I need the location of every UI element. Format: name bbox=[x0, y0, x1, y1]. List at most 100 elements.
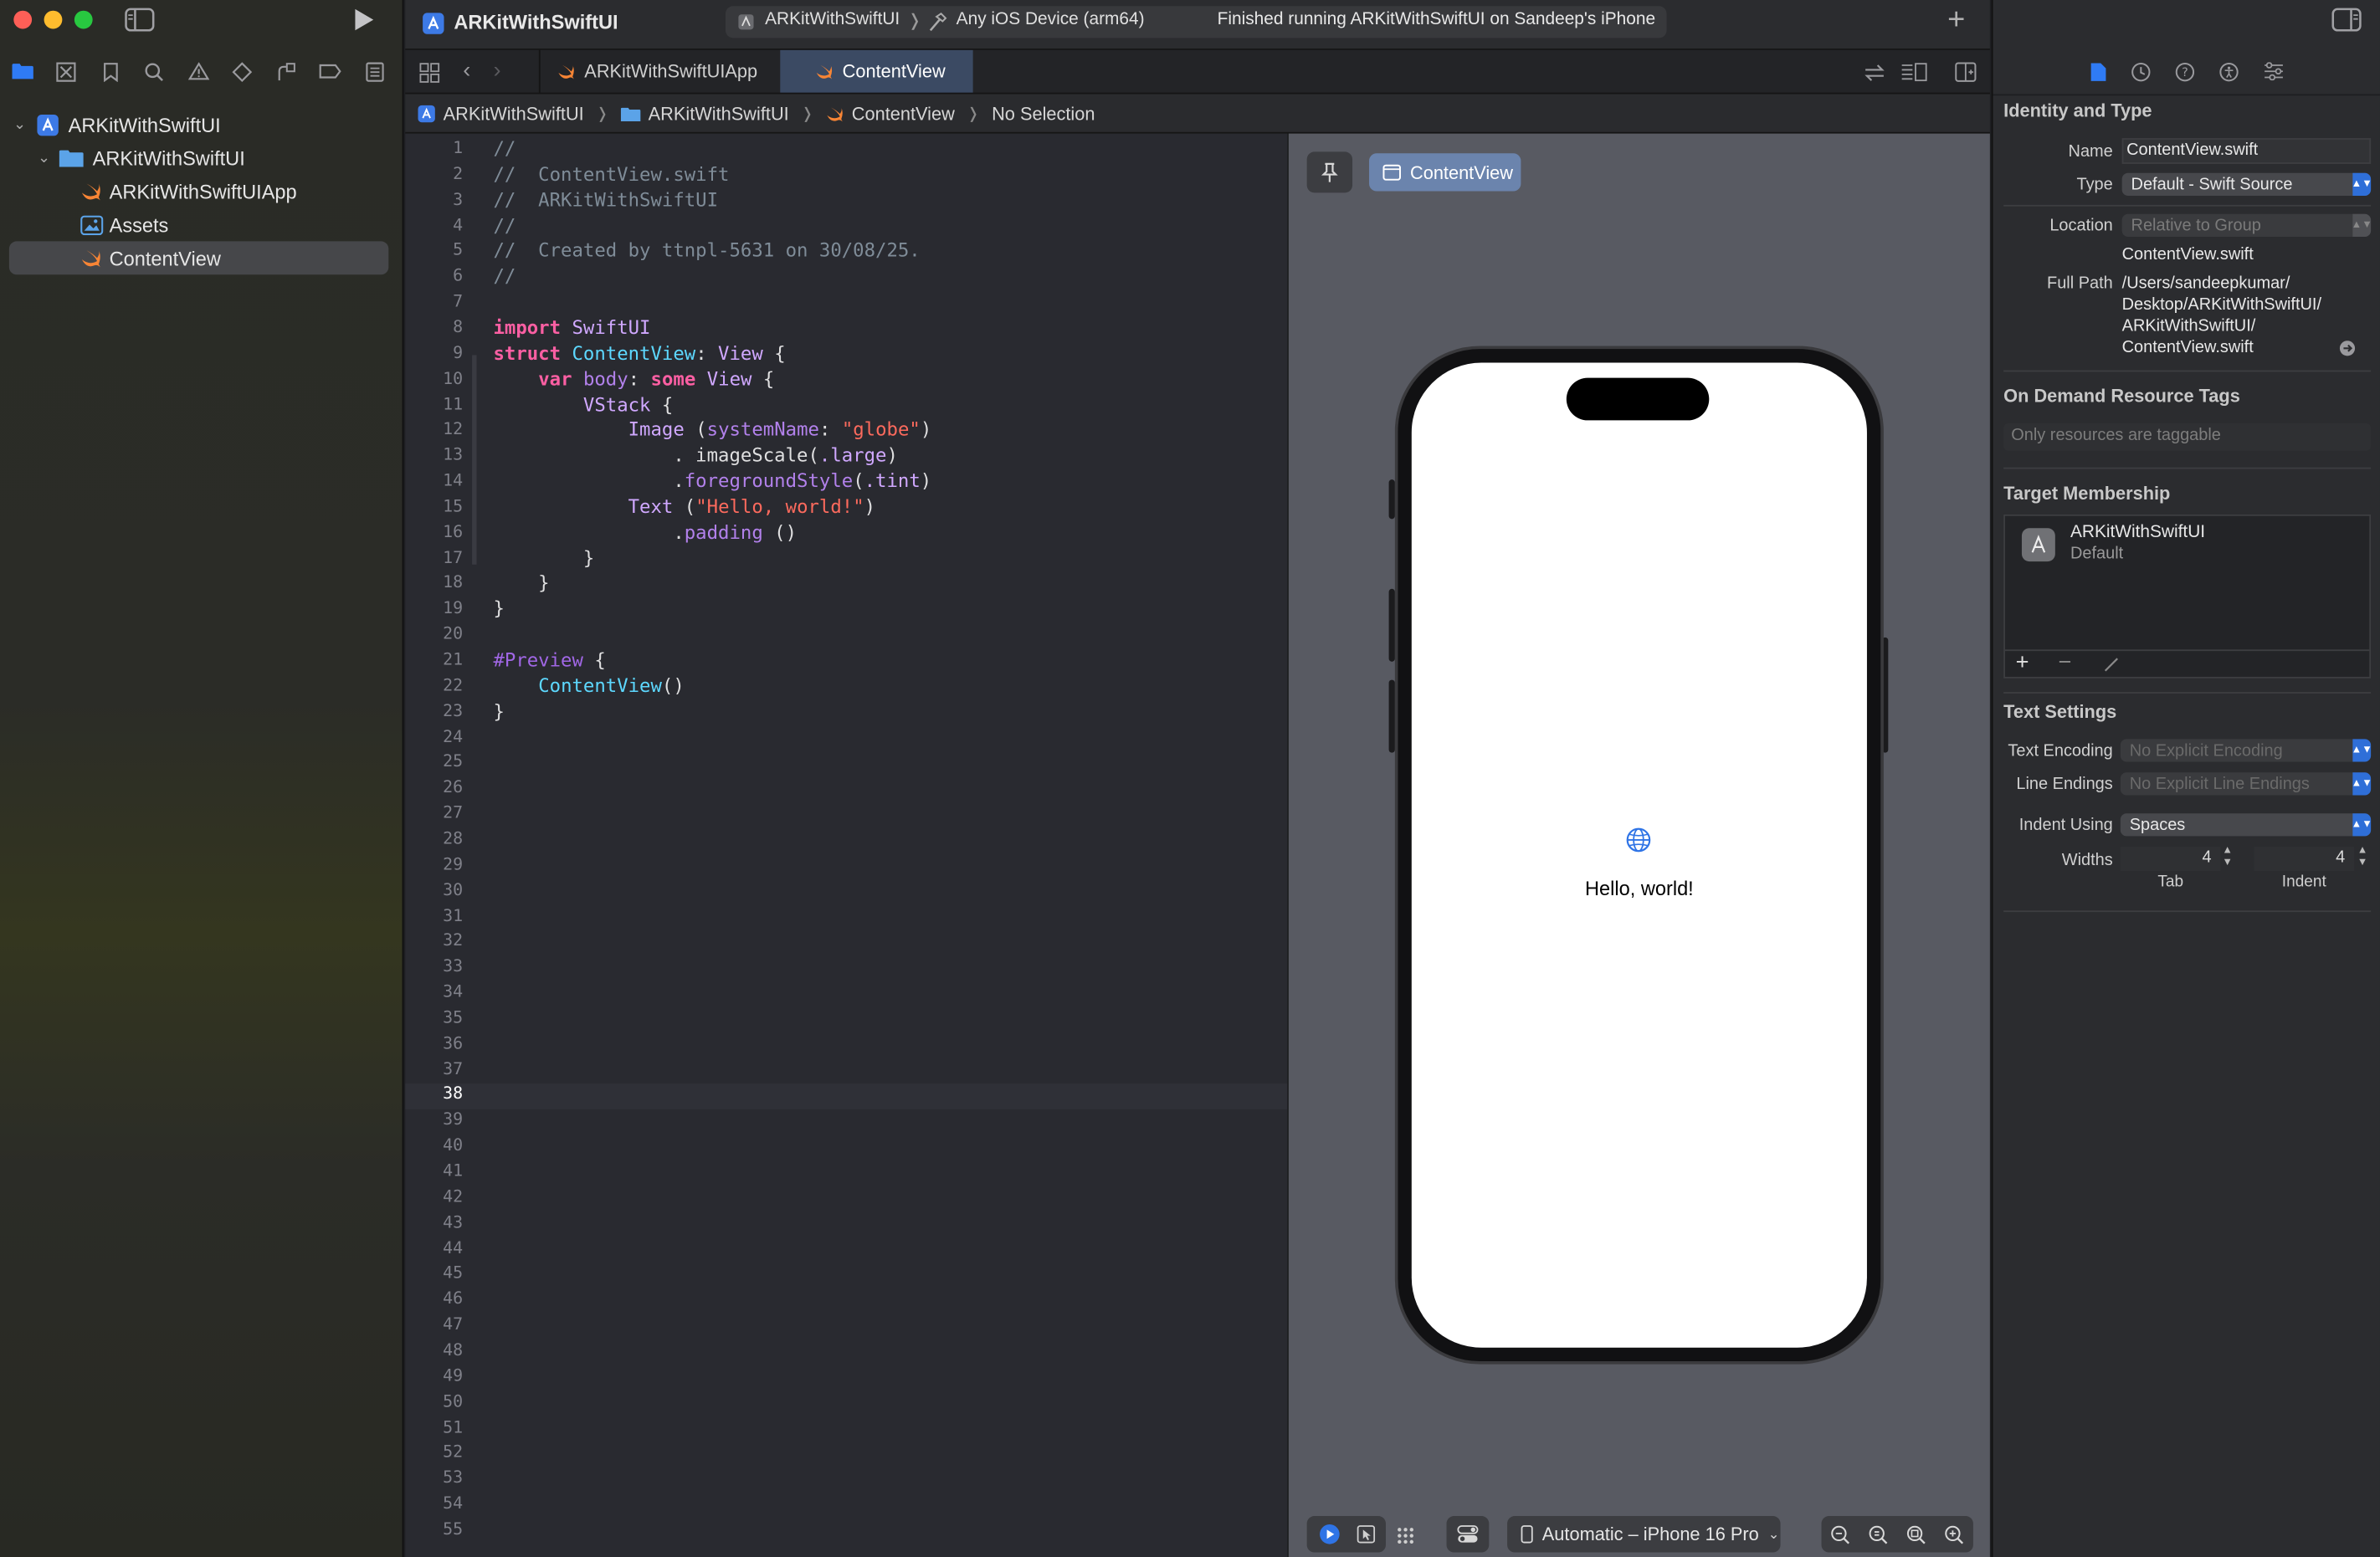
indent-width-field[interactable]: 4 bbox=[2254, 847, 2355, 872]
remove-target-icon[interactable]: − bbox=[2058, 649, 2071, 675]
add-target-icon[interactable]: + bbox=[2016, 649, 2029, 675]
navigator-file-row[interactable]: Assets bbox=[9, 207, 388, 241]
breakpoint-navigator-icon[interactable] bbox=[308, 56, 352, 86]
close-window-button[interactable] bbox=[13, 10, 33, 29]
file-type-popup[interactable]: Default - Swift Source ▲▼ bbox=[2121, 172, 2372, 196]
tab-width-stepper[interactable]: ▲ ▼ bbox=[2222, 845, 2233, 869]
history-inspector-icon[interactable] bbox=[2131, 61, 2152, 81]
code-line[interactable]: // bbox=[493, 138, 515, 159]
breadcrumb-item[interactable]: No Selection bbox=[992, 103, 1095, 124]
attributes-inspector-icon[interactable] bbox=[2263, 62, 2284, 81]
indent-width-stepper[interactable]: ▲ ▼ bbox=[2357, 845, 2368, 869]
issue-navigator-icon[interactable] bbox=[176, 56, 220, 86]
source-control-navigator-icon[interactable] bbox=[44, 56, 89, 86]
related-items-icon[interactable] bbox=[418, 61, 442, 84]
code-line[interactable]: #Preview { bbox=[493, 649, 605, 670]
code-line[interactable]: } bbox=[493, 598, 504, 619]
split-editor-icon[interactable] bbox=[1953, 61, 1977, 84]
pin-preview-button[interactable] bbox=[1306, 151, 1353, 193]
toggle-navigator-icon[interactable] bbox=[125, 6, 155, 33]
code-line[interactable]: import SwiftUI bbox=[493, 317, 650, 338]
quick-help-icon[interactable]: ? bbox=[2175, 61, 2195, 81]
preview-device-selector[interactable]: Automatic – iPhone 16 Pro ⌄ bbox=[1507, 1516, 1781, 1553]
name-field[interactable]: ContentView.swift bbox=[2121, 138, 2372, 164]
code-line[interactable]: ContentView() bbox=[493, 675, 685, 696]
tab-contentview[interactable]: ContentView bbox=[780, 49, 973, 93]
target-membership-list: ARKitWithSwiftUI Default + − bbox=[2003, 514, 2372, 679]
selectable-mode-icon[interactable] bbox=[1356, 1525, 1375, 1544]
minimize-window-button[interactable] bbox=[44, 10, 63, 29]
code-line[interactable]: // ContentView.swift bbox=[493, 164, 729, 185]
code-line[interactable]: // bbox=[493, 266, 515, 287]
code-line[interactable]: // ARKitWithSwiftUI bbox=[493, 189, 718, 210]
run-icon[interactable] bbox=[349, 6, 377, 33]
find-navigator-icon[interactable] bbox=[132, 56, 177, 86]
code-line[interactable]: VStack { bbox=[493, 394, 673, 415]
zoom-100-icon[interactable] bbox=[1869, 1524, 1889, 1544]
tab-arkitwithswiftuiapp[interactable]: ARKitWithSwiftUIApp bbox=[538, 49, 779, 93]
zoom-out-icon[interactable] bbox=[1830, 1524, 1850, 1544]
back-icon[interactable]: ‹ bbox=[463, 58, 470, 84]
code-line[interactable]: } bbox=[493, 700, 504, 721]
code-editor[interactable]: 1 2 3 4 5 6 7 8 9 10 11 12 13 14 15 16 17 18 19 20 21 22 23 24 2… bbox=[405, 133, 1288, 1557]
forward-icon[interactable]: › bbox=[493, 58, 500, 84]
disclosure-chevron-icon[interactable]: ⌄ bbox=[9, 116, 30, 133]
edit-pencil-icon[interactable] bbox=[2102, 656, 2121, 674]
code-line[interactable]: var body: some View { bbox=[493, 368, 774, 389]
code-line[interactable]: } bbox=[493, 547, 594, 568]
navigator-file-row[interactable]: ARKitWithSwiftUIApp bbox=[9, 175, 388, 208]
preview-device-label: Automatic – iPhone 16 Pro bbox=[1541, 1524, 1759, 1545]
code-line[interactable]: } bbox=[493, 573, 549, 594]
code-line[interactable]: . imageScale(.large) bbox=[493, 445, 898, 466]
test-navigator-icon[interactable] bbox=[220, 56, 264, 86]
activity-view[interactable]: ARKitWithSwiftUI ❭ Any iOS Device (arm64… bbox=[725, 6, 1667, 38]
add-icon[interactable]: + bbox=[1947, 3, 1965, 38]
indent-using-popup[interactable]: Spaces ▲▼ bbox=[2120, 813, 2372, 837]
navigator-file-row-selected[interactable]: ContentView bbox=[8, 241, 389, 275]
report-navigator-icon[interactable] bbox=[352, 56, 397, 86]
code-review-icon[interactable] bbox=[1862, 61, 1886, 84]
zoom-in-icon[interactable] bbox=[1944, 1524, 1964, 1544]
line-number: 41 bbox=[443, 1160, 464, 1181]
destination-selector[interactable]: Any iOS Device (arm64) bbox=[957, 11, 1145, 29]
disclosure-chevron-icon[interactable]: ⌄ bbox=[33, 150, 54, 166]
odr-tags-field[interactable]: Only resources are taggable bbox=[2003, 423, 2372, 451]
file-inspector-icon[interactable] bbox=[2090, 61, 2107, 81]
reveal-in-finder-icon[interactable] bbox=[2337, 338, 2356, 356]
live-preview-icon[interactable] bbox=[1318, 1524, 1339, 1544]
line-number: 30 bbox=[443, 879, 464, 899]
code-line[interactable]: .padding () bbox=[493, 522, 797, 543]
text-encoding-popup[interactable]: No Explicit Encoding ▲▼ bbox=[2120, 739, 2372, 762]
preview-canvas[interactable]: ContentView Hello, world! Automatic – iP… bbox=[1288, 133, 1990, 1557]
tab-label: ContentView bbox=[842, 60, 946, 82]
editor-options-icon[interactable] bbox=[1900, 61, 1928, 84]
breadcrumb-item[interactable]: ContentView bbox=[852, 103, 955, 124]
code-line[interactable]: struct ContentView: View { bbox=[493, 343, 785, 364]
code-line[interactable]: Text ("Hello, world!") bbox=[493, 496, 875, 517]
navigator-project-row[interactable]: ⌄ ARKitWithSwiftUI bbox=[9, 108, 388, 141]
code-folding-ribbon[interactable] bbox=[472, 355, 477, 565]
project-navigator-icon[interactable] bbox=[0, 56, 44, 86]
navigator-group-row[interactable]: ⌄ ARKitWithSwiftUI bbox=[9, 141, 388, 175]
code-line[interactable]: Image (systemName: "globe") bbox=[493, 419, 932, 440]
preview-variant-chip[interactable]: ContentView bbox=[1369, 153, 1521, 192]
zoom-to-fit-icon[interactable] bbox=[1906, 1524, 1926, 1544]
target-row[interactable]: ARKitWithSwiftUI Default bbox=[2005, 516, 2369, 577]
iphone-screen[interactable]: Hello, world! bbox=[1411, 362, 1867, 1348]
scheme-selector[interactable]: ARKitWithSwiftUI bbox=[765, 11, 900, 29]
debug-navigator-icon[interactable] bbox=[264, 56, 309, 86]
accessibility-inspector-icon[interactable] bbox=[2219, 61, 2239, 81]
code-line[interactable]: // bbox=[493, 215, 515, 236]
bookmark-navigator-icon[interactable] bbox=[88, 56, 132, 86]
code-line[interactable]: .foregroundStyle(.tint) bbox=[493, 470, 931, 491]
toggle-inspector-icon[interactable] bbox=[2331, 6, 2362, 33]
breadcrumb-item[interactable]: ARKitWithSwiftUI bbox=[649, 103, 789, 124]
zoom-window-button[interactable] bbox=[74, 10, 93, 29]
code-line[interactable]: // Created by ttnpl-5631 on 30/08/25. bbox=[493, 240, 920, 261]
tab-width-field[interactable]: 4 bbox=[2120, 847, 2221, 872]
breadcrumb-item[interactable]: ARKitWithSwiftUI bbox=[444, 103, 584, 124]
variants-grid-icon[interactable] bbox=[1393, 1524, 1418, 1548]
line-endings-popup[interactable]: No Explicit Line Endings ▲▼ bbox=[2120, 772, 2372, 796]
device-settings-button[interactable] bbox=[1446, 1516, 1490, 1553]
location-popup[interactable]: Relative to Group ▲▼ bbox=[2121, 213, 2372, 237]
